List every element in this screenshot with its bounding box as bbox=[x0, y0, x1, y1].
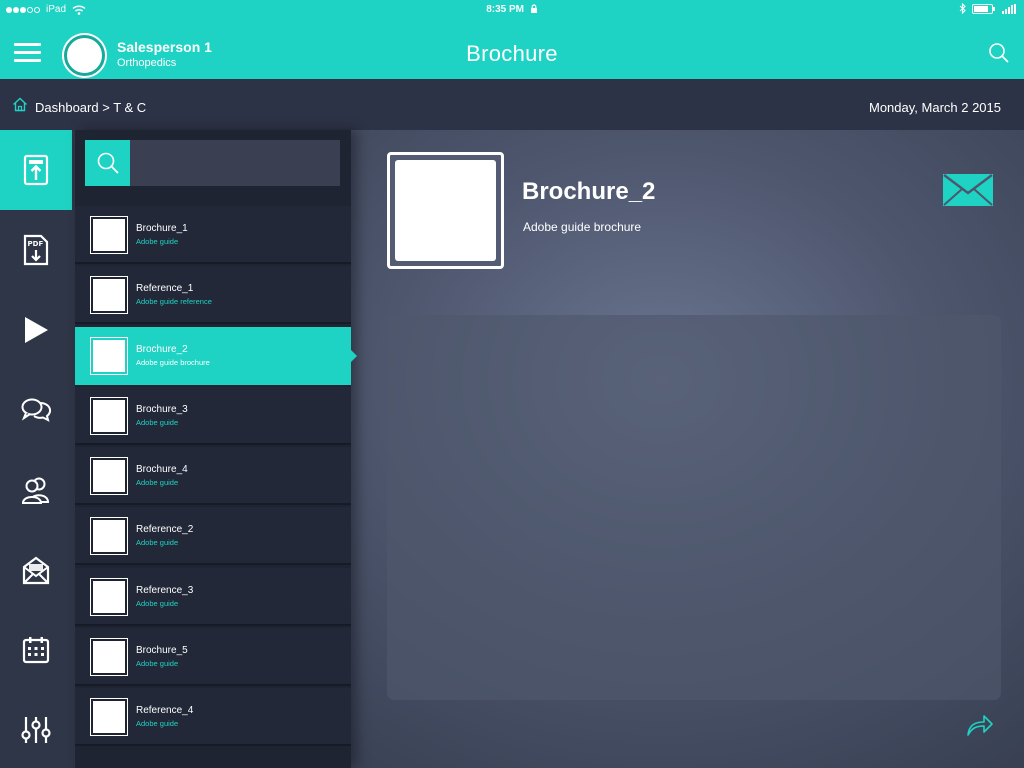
item-subtitle: Adobe guide brochure bbox=[136, 357, 210, 367]
status-right bbox=[959, 3, 1016, 14]
item-title: Reference_3 bbox=[136, 584, 194, 596]
cellular-icon bbox=[1002, 3, 1016, 14]
breadcrumb-bar: Dashboard > T & C Monday, March 2 2015 bbox=[0, 79, 1024, 130]
item-title: Brochure_5 bbox=[136, 645, 188, 657]
list-item[interactable]: Brochure_5 Adobe guide bbox=[75, 628, 351, 687]
rail-item-calendar[interactable] bbox=[0, 610, 72, 690]
status-time: 8:35 PM bbox=[486, 4, 524, 15]
battery-icon bbox=[972, 3, 995, 14]
item-thumbnail bbox=[91, 277, 127, 314]
item-thumbnail bbox=[91, 518, 127, 555]
list-item[interactable]: Brochure_4 Adobe guide bbox=[75, 447, 351, 506]
brochure-upload-icon bbox=[23, 154, 49, 186]
share-icon[interactable] bbox=[966, 713, 994, 737]
rail-item-video[interactable] bbox=[0, 290, 72, 370]
breadcrumb-separator: > bbox=[98, 100, 114, 115]
detail-subtitle: Adobe guide brochure bbox=[523, 220, 642, 234]
list-item[interactable]: Reference_1 Adobe guide reference bbox=[75, 266, 351, 325]
item-thumbnail bbox=[91, 337, 127, 374]
detail-title: Brochure_2 bbox=[522, 178, 656, 205]
rail-item-contacts[interactable] bbox=[0, 450, 72, 530]
document-list: Brochure_1 Adobe guide Reference_1 Adobe… bbox=[75, 206, 357, 749]
list-item[interactable]: Reference_2 Adobe guide bbox=[75, 507, 351, 566]
list-item[interactable]: Reference_3 Adobe guide bbox=[75, 567, 351, 626]
chat-bubbles-icon bbox=[21, 398, 51, 422]
rail-item-settings[interactable] bbox=[0, 690, 72, 768]
item-subtitle: Adobe guide bbox=[136, 478, 179, 488]
home-icon[interactable] bbox=[12, 97, 28, 112]
breadcrumb-dashboard-link[interactable]: Dashboard bbox=[35, 100, 99, 115]
breadcrumb-current[interactable]: T & C bbox=[113, 100, 146, 115]
rail-item-brochures[interactable] bbox=[0, 130, 72, 210]
current-date: Monday, March 2 2015 bbox=[869, 100, 1001, 115]
item-title: Brochure_3 bbox=[136, 403, 188, 415]
item-thumbnail bbox=[91, 458, 127, 495]
search-icon[interactable] bbox=[988, 42, 1010, 64]
play-icon bbox=[25, 317, 48, 343]
item-subtitle: Adobe guide reference bbox=[136, 297, 212, 307]
item-subtitle: Adobe guide bbox=[136, 719, 179, 729]
breadcrumb: Dashboard > T & C bbox=[35, 100, 146, 115]
search-icon bbox=[97, 152, 119, 174]
item-title: Brochure_2 bbox=[136, 343, 188, 355]
open-mail-icon bbox=[22, 556, 50, 585]
item-title: Reference_4 bbox=[136, 705, 194, 717]
detail-pane: Brochure_2 Adobe guide brochure bbox=[351, 130, 1024, 768]
item-title: Reference_2 bbox=[136, 524, 194, 536]
document-list-panel: Brochure_1 Adobe guide Reference_1 Adobe… bbox=[75, 130, 357, 768]
document-preview[interactable] bbox=[387, 315, 1001, 700]
bluetooth-icon bbox=[959, 3, 966, 14]
sliders-icon bbox=[21, 717, 51, 743]
item-subtitle: Adobe guide bbox=[136, 659, 179, 669]
item-subtitle: Adobe guide bbox=[136, 538, 179, 548]
pdf-download-icon: PDF bbox=[23, 234, 49, 266]
item-thumbnail bbox=[91, 217, 127, 253]
item-thumbnail bbox=[91, 699, 127, 736]
calendar-icon bbox=[22, 637, 50, 664]
rail-item-mail[interactable] bbox=[0, 530, 72, 610]
item-subtitle: Adobe guide bbox=[136, 237, 179, 246]
item-subtitle: Adobe guide bbox=[136, 417, 179, 427]
item-subtitle: Adobe guide bbox=[136, 598, 179, 608]
rail-item-chat[interactable] bbox=[0, 370, 72, 450]
item-title: Reference_1 bbox=[136, 283, 194, 295]
status-bar: iPad 8:35 PM bbox=[0, 0, 1024, 20]
list-item[interactable]: Brochure_1 Adobe guide bbox=[75, 206, 351, 264]
contacts-icon bbox=[21, 477, 50, 504]
item-thumbnail bbox=[91, 578, 127, 615]
item-title: Brochure_4 bbox=[136, 464, 188, 476]
lock-icon bbox=[530, 4, 537, 13]
list-item-selected[interactable]: Brochure_2 Adobe guide brochure bbox=[75, 326, 357, 385]
app-header: Salesperson 1 Orthopedics Brochure bbox=[0, 20, 1024, 79]
item-title: Brochure_1 bbox=[136, 223, 188, 234]
list-search[interactable] bbox=[85, 140, 340, 186]
email-icon[interactable] bbox=[942, 173, 994, 207]
detail-thumbnail bbox=[387, 152, 504, 269]
page-title: Brochure bbox=[466, 41, 558, 66]
list-item[interactable]: Brochure_3 Adobe guide bbox=[75, 386, 351, 445]
list-item[interactable]: Reference_4 Adobe guide bbox=[75, 688, 351, 747]
icon-rail: PDF bbox=[0, 130, 75, 768]
item-thumbnail bbox=[91, 639, 127, 676]
rail-item-pdf[interactable]: PDF bbox=[0, 210, 72, 290]
list-search-button[interactable] bbox=[85, 140, 130, 186]
svg-text:PDF: PDF bbox=[28, 240, 44, 248]
item-thumbnail bbox=[91, 397, 127, 434]
list-search-input[interactable] bbox=[135, 140, 335, 186]
